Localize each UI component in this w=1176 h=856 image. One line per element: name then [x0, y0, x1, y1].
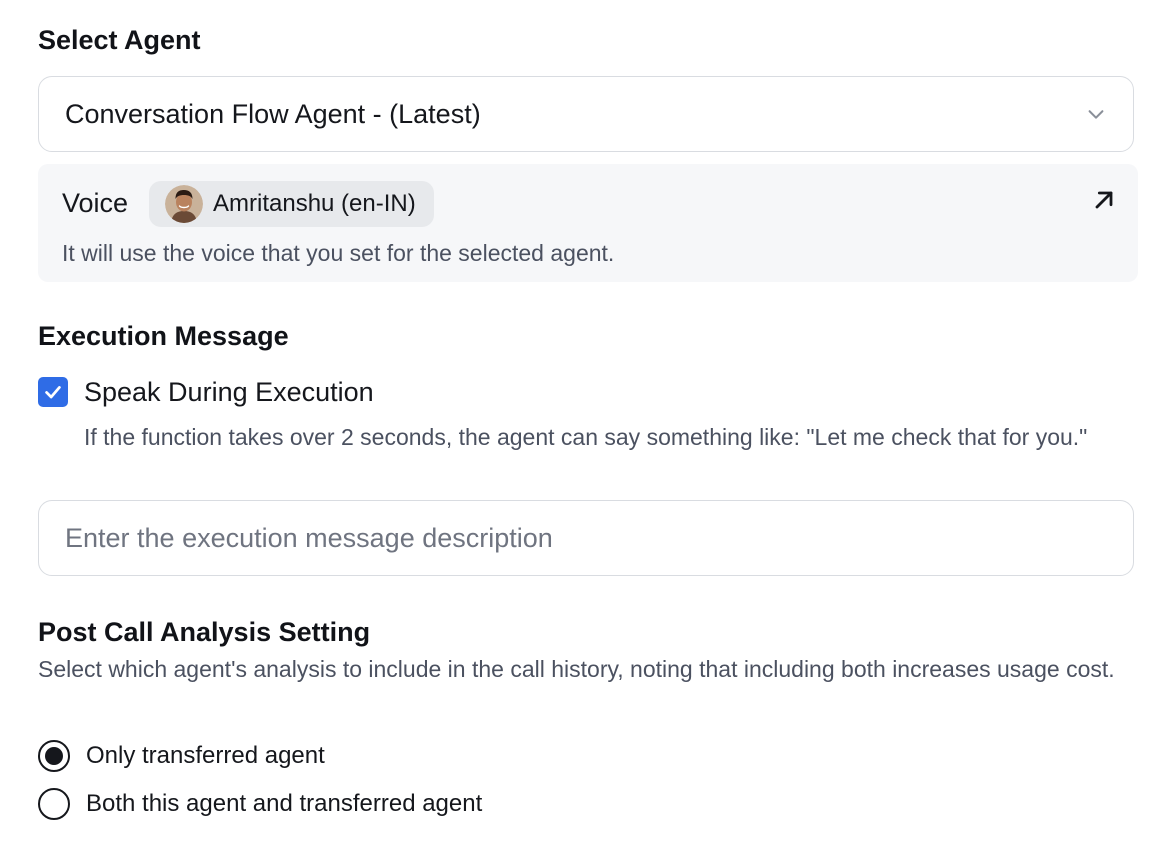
execution-help-text: If the function takes over 2 seconds, th…	[84, 424, 1088, 450]
radio-dot	[45, 747, 63, 765]
check-icon	[45, 386, 61, 399]
speak-during-execution-label[interactable]: Speak During Execution	[84, 375, 374, 409]
voice-chip[interactable]: Amritanshu (en-IN)	[149, 181, 434, 227]
arrow-up-right-icon[interactable]	[1090, 186, 1118, 214]
voice-avatar	[165, 185, 203, 223]
chevron-down-icon	[1088, 110, 1104, 119]
radio-button-selected[interactable]	[38, 740, 70, 772]
voice-label: Voice	[62, 188, 129, 218]
agent-select-dropdown[interactable]: Conversation Flow Agent - (Latest)	[38, 76, 1134, 152]
radio-option-both-agents[interactable]: Both this agent and transferred agent	[38, 788, 482, 820]
voice-name: Amritanshu (en-IN)	[213, 190, 416, 217]
radio-label-only-transferred: Only transferred agent	[86, 742, 325, 769]
post-call-analysis-help: Select which agent's analysis to include…	[38, 656, 1115, 682]
post-call-analysis-title: Post Call Analysis Setting	[38, 617, 371, 647]
voice-help-text: It will use the voice that you set for t…	[62, 240, 615, 266]
execution-message-input[interactable]	[38, 500, 1134, 576]
radio-button-unselected[interactable]	[38, 788, 70, 820]
speak-during-execution-checkbox[interactable]	[38, 377, 68, 407]
voice-panel: Voice Amritanshu (en-IN) It will use the…	[38, 164, 1138, 282]
radio-option-only-transferred[interactable]: Only transferred agent	[38, 740, 325, 772]
agent-select-value: Conversation Flow Agent - (Latest)	[65, 99, 481, 129]
radio-label-both-agents: Both this agent and transferred agent	[86, 790, 483, 817]
execution-message-title: Execution Message	[38, 321, 289, 351]
select-agent-title: Select Agent	[38, 25, 201, 55]
